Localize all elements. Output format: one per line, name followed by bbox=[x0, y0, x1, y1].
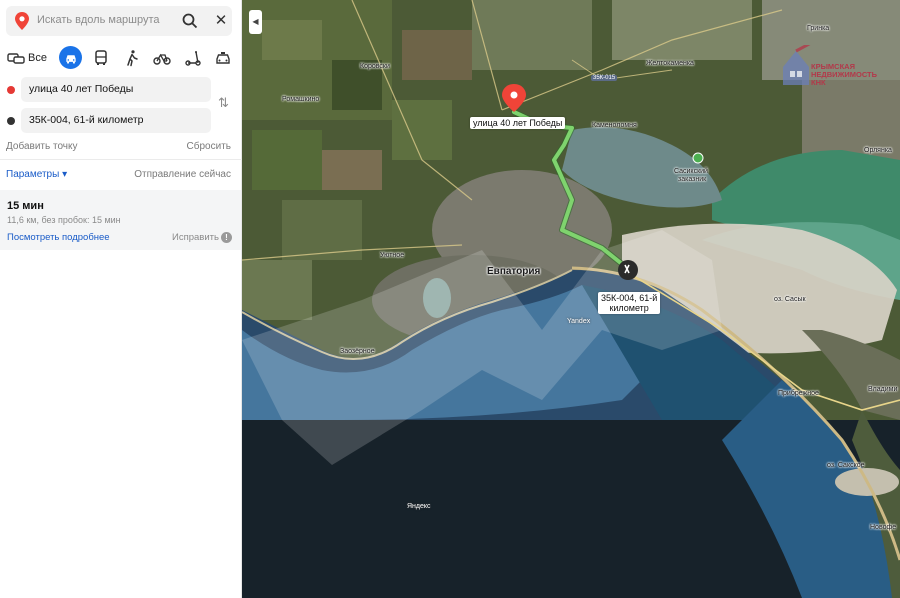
place-label: заказник bbox=[678, 176, 707, 183]
map-attribution: Yandex bbox=[567, 318, 591, 325]
mode-all-button[interactable]: Все bbox=[6, 45, 48, 71]
route-search-field[interactable]: Искать вдоль маршрута ✕ bbox=[6, 6, 232, 36]
route-end-pin[interactable] bbox=[618, 260, 638, 280]
bus-icon bbox=[95, 50, 107, 65]
route-option-card[interactable]: 15 мин 11,6 км, без пробок: 15 мин Посмо… bbox=[0, 190, 241, 250]
search-placeholder[interactable]: Искать вдоль маршрута bbox=[37, 14, 160, 26]
reset-link[interactable]: Сбросить bbox=[187, 141, 231, 152]
add-point-link[interactable]: Добавить точку bbox=[6, 141, 77, 152]
place-label: Новофе bbox=[870, 524, 897, 531]
search-icon[interactable] bbox=[182, 13, 198, 29]
pedestrian-icon bbox=[127, 50, 138, 67]
place-label: Прибрежное bbox=[778, 390, 819, 397]
waypoint-start-input[interactable]: улица 40 лет Победы bbox=[21, 77, 211, 102]
end-point-marker bbox=[7, 117, 15, 125]
car-bus-icon bbox=[7, 53, 25, 64]
lake-label: оз. Сасык bbox=[774, 296, 806, 303]
scooter-icon bbox=[185, 51, 201, 66]
road-number-badge: 35К-015 bbox=[591, 75, 618, 81]
place-label: Заозёрное bbox=[340, 348, 375, 355]
report-error-link[interactable]: Исправить bbox=[172, 232, 219, 243]
mode-transit-button[interactable] bbox=[90, 45, 112, 71]
place-label: Коровски bbox=[360, 63, 390, 70]
place-label: Желтокаменка bbox=[646, 60, 694, 67]
mode-bicycle-button[interactable] bbox=[151, 45, 173, 71]
route-parameters-button[interactable]: Параметры ▾ bbox=[6, 169, 67, 180]
route-duration: 15 мин bbox=[7, 200, 44, 212]
route-start-label[interactable]: улица 40 лет Победы bbox=[470, 117, 566, 129]
watermark-text: КРЫМСКАЯ НЕДВИЖИМОСТЬ КНК bbox=[811, 62, 878, 87]
route-panel: Искать вдоль маршрута ✕ Все улица 40 лет… bbox=[0, 0, 242, 598]
route-distance-info: 11,6 км, без пробок: 15 мин bbox=[7, 215, 121, 225]
mode-walk-button[interactable] bbox=[121, 45, 143, 71]
city-label: Евпатория bbox=[487, 266, 541, 277]
location-pin-icon bbox=[15, 12, 29, 30]
place-label: Сасикский bbox=[674, 168, 708, 175]
map-attribution: Яндекс bbox=[407, 503, 431, 510]
start-point-marker bbox=[7, 86, 15, 94]
place-label: Ромашкино bbox=[282, 96, 320, 103]
place-label: Уютное bbox=[380, 252, 405, 259]
transport-modes: Все bbox=[0, 45, 242, 71]
bicycle-icon bbox=[153, 53, 171, 65]
place-label: Орлянка bbox=[864, 147, 892, 154]
car-icon bbox=[65, 54, 76, 63]
waypoint-end-input[interactable]: 35К-004, 61-й километр bbox=[21, 108, 211, 133]
divider bbox=[0, 159, 242, 160]
place-label: Каменоломня bbox=[592, 122, 637, 129]
house-logo-icon bbox=[783, 45, 811, 85]
mode-taxi-button[interactable] bbox=[212, 45, 234, 71]
place-label: Гринка bbox=[807, 25, 830, 32]
route-end-label[interactable]: 35К-004, 61-й километр bbox=[598, 292, 661, 314]
watermark-logo: КРЫМСКАЯ НЕДВИЖИМОСТЬ КНК bbox=[781, 45, 896, 90]
satellite-map[interactable]: Коровски Ромашкино Желтокаменка Каменоло… bbox=[242, 0, 900, 598]
mode-scooter-button[interactable] bbox=[182, 45, 204, 71]
taxi-icon bbox=[216, 52, 230, 64]
warning-icon[interactable]: ! bbox=[221, 232, 232, 243]
route-details-link[interactable]: Посмотреть подробнее bbox=[7, 232, 110, 243]
place-label: Владими bbox=[868, 386, 898, 393]
mode-car-button[interactable] bbox=[59, 46, 82, 69]
lake-label: оз. Сакское bbox=[827, 462, 865, 469]
departure-time-selector[interactable]: Отправление сейчас bbox=[134, 169, 231, 180]
mode-all-label: Все bbox=[28, 52, 47, 64]
swap-points-icon[interactable]: ⇅ bbox=[218, 95, 229, 111]
collapse-panel-button[interactable]: ◀ bbox=[249, 10, 262, 34]
close-icon[interactable]: ✕ bbox=[212, 12, 230, 30]
